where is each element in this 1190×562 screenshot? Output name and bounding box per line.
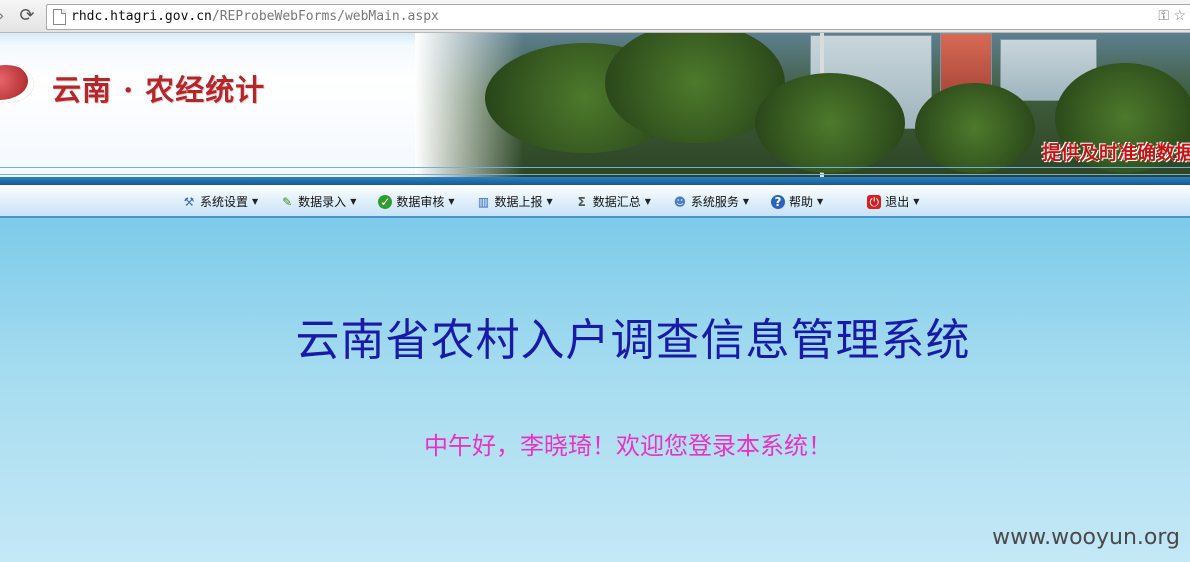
address-bar[interactable]: rhdc.htagri.gov.cn/REProbeWebForms/webMa… bbox=[46, 4, 1190, 30]
menu-item-data-review[interactable]: ✓ 数据审核 ▼ bbox=[378, 193, 455, 210]
banner-photo: 提供及时准确数据 bbox=[415, 33, 1190, 177]
menu-item-label: 数据审核 bbox=[396, 195, 445, 209]
check-icon: ✓ bbox=[378, 194, 393, 209]
sigma-icon: Σ bbox=[577, 194, 586, 209]
banner-divider bbox=[0, 167, 1190, 175]
menu-item-system-settings[interactable]: ⚒ 系统设置 ▼ bbox=[182, 193, 259, 210]
menu-item-system-service[interactable]: ☻ 系统服务 ▼ bbox=[673, 193, 749, 210]
pencil-icon: ✎ bbox=[282, 194, 293, 209]
banner-slogan: 提供及时准确数据 bbox=[1041, 142, 1190, 164]
header-banner: 提供及时准确数据 云南 · 农经统计 bbox=[0, 33, 1190, 185]
main-menu-bar: ⚒ 系统设置 ▼ ✎ 数据录入 ▼ ✓ 数据审核 ▼ ▥ 数据上报 ▼ Σ 数据… bbox=[0, 185, 1190, 218]
menu-item-data-summary[interactable]: Σ 数据汇总 ▼ bbox=[575, 193, 651, 210]
banner-bottom-strip bbox=[0, 177, 1190, 185]
menu-item-label: 数据汇总 bbox=[592, 195, 641, 209]
menu-item-label: 帮助 bbox=[789, 195, 814, 209]
logo-text: 云南 · 农经统计 bbox=[52, 73, 266, 107]
url-path: /REProbeWebForms/webMain.aspx bbox=[211, 9, 439, 24]
watermark-text: www.wooyun.org bbox=[992, 525, 1180, 550]
key-icon[interactable]: ⚿ bbox=[1158, 8, 1169, 24]
main-menu: ⚒ 系统设置 ▼ ✎ 数据录入 ▼ ✓ 数据审核 ▼ ▥ 数据上报 ▼ Σ 数据… bbox=[182, 193, 941, 210]
browser-toolbar: › ⟳ rhdc.htagri.gov.cn/REProbeWebForms/w… bbox=[0, 0, 1190, 33]
page-icon bbox=[53, 9, 66, 25]
menu-item-label: 数据上报 bbox=[494, 195, 543, 209]
tree-shape bbox=[755, 73, 905, 173]
logo-icon bbox=[0, 65, 34, 103]
bar-chart-icon: ▥ bbox=[477, 194, 490, 209]
caret-down-icon: ▼ bbox=[350, 197, 357, 206]
settings-icon: ⚒ bbox=[183, 194, 195, 209]
menu-item-logout[interactable]: ⏻ 退出 ▼ bbox=[867, 193, 919, 210]
welcome-message: 中午好，李晓琦！欢迎您登录本系统！ bbox=[424, 432, 832, 460]
page-title: 云南省农村入户调查信息管理系统 bbox=[295, 315, 971, 366]
user-icon: ☻ bbox=[673, 194, 687, 209]
help-icon: ? bbox=[771, 194, 786, 209]
star-icon[interactable]: ☆ bbox=[1173, 8, 1186, 24]
menu-item-data-report[interactable]: ▥ 数据上报 ▼ bbox=[477, 193, 553, 210]
caret-down-icon: ▼ bbox=[252, 197, 259, 206]
tree-shape bbox=[915, 83, 1035, 173]
menu-item-data-entry[interactable]: ✎ 数据录入 ▼ bbox=[280, 193, 356, 210]
back-arrow-icon[interactable]: › bbox=[0, 7, 10, 25]
menu-item-label: 退出 bbox=[885, 195, 910, 209]
main-content: 云南省农村入户调查信息管理系统 中午好，李晓琦！欢迎您登录本系统！ www.wo… bbox=[0, 218, 1190, 562]
address-bar-icons: ⚿ ☆ bbox=[1158, 8, 1186, 24]
caret-down-icon: ▼ bbox=[644, 197, 651, 206]
url-text[interactable]: rhdc.htagri.gov.cn/REProbeWebForms/webMa… bbox=[71, 9, 439, 24]
caret-down-icon: ▼ bbox=[742, 197, 750, 206]
caret-down-icon: ▼ bbox=[448, 197, 455, 206]
caret-down-icon: ▼ bbox=[817, 197, 824, 206]
menu-item-label: 系统服务 bbox=[690, 195, 739, 209]
url-host: rhdc.htagri.gov.cn bbox=[71, 9, 212, 24]
caret-down-icon: ▼ bbox=[913, 197, 920, 206]
menu-item-label: 系统设置 bbox=[200, 195, 249, 209]
caret-down-icon: ▼ bbox=[546, 197, 553, 206]
power-icon: ⏻ bbox=[867, 194, 882, 209]
menu-item-label: 数据录入 bbox=[298, 195, 347, 209]
reload-icon[interactable]: ⟳ bbox=[16, 5, 38, 27]
menu-item-help[interactable]: ? 帮助 ▼ bbox=[771, 193, 823, 210]
